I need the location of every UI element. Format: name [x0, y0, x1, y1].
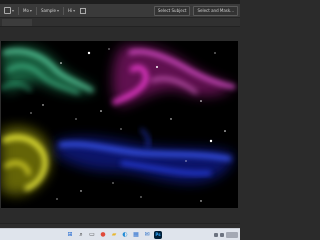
star	[87, 51, 91, 55]
document-canvas[interactable]	[1, 41, 238, 208]
star	[75, 118, 77, 120]
star	[100, 110, 102, 112]
divider	[35, 6, 37, 15]
edge-icon[interactable]: ◐	[121, 231, 129, 239]
checkbox-icon	[80, 7, 87, 14]
chrome-icon[interactable]: ●	[99, 231, 107, 239]
star	[156, 66, 158, 68]
star	[170, 118, 172, 120]
clock[interactable]	[226, 232, 238, 238]
chevron-down-icon: ▾	[29, 8, 32, 13]
star	[209, 139, 213, 143]
tool-preset-icon	[4, 7, 11, 14]
star	[30, 112, 32, 114]
document-tab[interactable]	[2, 19, 32, 26]
aurora-image	[1, 41, 238, 208]
tool-preset-picker[interactable]: ▾	[3, 7, 15, 15]
divider	[62, 6, 64, 15]
size-select[interactable]: Hi ▾	[67, 7, 76, 15]
sample-select[interactable]: Sample ▾	[40, 7, 60, 15]
chevron-down-icon: ▾	[73, 8, 76, 13]
star	[224, 130, 226, 132]
search-icon[interactable]: ⌕	[77, 231, 85, 239]
star	[112, 182, 114, 184]
system-tray	[214, 231, 238, 239]
star	[200, 100, 202, 102]
mail-icon[interactable]: ✉	[143, 231, 151, 239]
star	[140, 196, 142, 198]
taskbar: ⊞ ⌕ ▭ ● ▰ ◐ ▦ ✉ Ps	[0, 228, 240, 240]
canvas-area[interactable]	[0, 27, 240, 223]
task-view-icon[interactable]: ▭	[88, 231, 96, 239]
photoshop-icon[interactable]: Ps	[154, 231, 162, 239]
star	[42, 104, 44, 106]
star	[60, 62, 62, 64]
network-icon[interactable]	[214, 233, 218, 237]
select-and-mask-button[interactable]: Select and Mask...	[193, 5, 238, 16]
star	[185, 160, 187, 162]
options-bar: ▾ Mo ▾ Sample ▾ Hi ▾ Select Subject Sele…	[0, 4, 240, 18]
start-icon[interactable]: ⊞	[66, 231, 74, 239]
checkbox[interactable]	[79, 7, 87, 15]
select-subject-button[interactable]: Select Subject	[153, 5, 191, 16]
taskbar-icons: ⊞ ⌕ ▭ ● ▰ ◐ ▦ ✉ Ps	[66, 231, 162, 239]
chevron-down-icon: ▾	[12, 8, 15, 13]
star	[214, 52, 216, 54]
star	[56, 198, 58, 200]
file-explorer-icon[interactable]: ▰	[110, 231, 118, 239]
star	[108, 48, 110, 50]
mode-select-label: Mo	[23, 8, 29, 13]
star	[80, 190, 82, 192]
sample-select-label: Sample	[40, 8, 56, 13]
mode-select[interactable]: Mo ▾	[22, 7, 33, 15]
star	[120, 128, 122, 130]
divider	[18, 6, 20, 15]
document-tab-strip	[0, 18, 240, 27]
volume-icon[interactable]	[220, 233, 224, 237]
size-select-label: Hi	[67, 8, 73, 13]
chevron-down-icon: ▾	[56, 8, 59, 13]
star	[200, 200, 202, 202]
store-icon[interactable]: ▦	[132, 231, 140, 239]
